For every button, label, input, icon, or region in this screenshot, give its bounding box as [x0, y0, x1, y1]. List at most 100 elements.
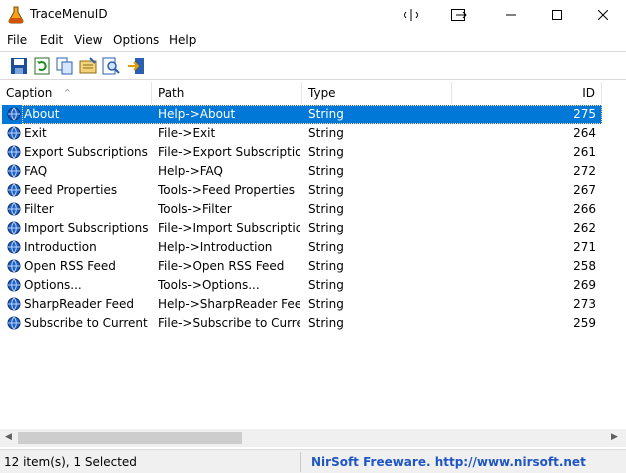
window-title: TraceMenuID	[30, 7, 108, 21]
row-id: 271	[573, 240, 596, 254]
globe-icon	[7, 164, 21, 178]
table-row[interactable]: Introduction Help->Introduction String 2…	[2, 238, 602, 257]
menu-view[interactable]: View	[74, 33, 102, 47]
globe-icon	[7, 240, 21, 254]
row-id: 266	[573, 202, 596, 216]
table-row[interactable]: Import Subscriptions File->Import Subscr…	[2, 219, 602, 238]
row-path: Help->SharpReader Feed	[158, 297, 300, 311]
globe-icon	[7, 259, 21, 273]
refresh-icon[interactable]	[33, 57, 51, 75]
globe-icon	[7, 316, 21, 330]
nirsoft-link[interactable]: NirSoft Freeware. http://www.nirsoft.net	[311, 455, 586, 469]
row-caption: SharpReader Feed	[24, 297, 135, 311]
row-path: File->Export Subscriptio...	[158, 145, 300, 159]
table-row[interactable]: Exit File->Exit String 264	[2, 124, 602, 143]
column-type-label: Type	[308, 86, 336, 100]
row-caption: Exit	[24, 126, 47, 140]
row-type: String	[308, 183, 344, 197]
row-caption: FAQ	[24, 164, 48, 178]
close-button[interactable]	[580, 0, 626, 30]
menu-bar: File Edit View Options Help	[0, 30, 626, 51]
table-row[interactable]: Filter Tools->Filter String 266	[2, 200, 602, 219]
globe-icon	[7, 221, 21, 235]
row-id: 261	[573, 145, 596, 159]
row-type: String	[308, 297, 344, 311]
save-icon[interactable]	[10, 57, 28, 75]
row-caption: Subscribe to Current F...	[24, 316, 150, 330]
row-path: File->Open RSS Feed	[158, 259, 285, 273]
pin-icon	[451, 9, 467, 21]
column-header: Caption ^ Path Type ID	[0, 82, 626, 104]
table-row[interactable]: FAQ Help->FAQ String 272	[2, 162, 602, 181]
table-row[interactable]: Options... Tools->Options... String 269	[2, 276, 602, 295]
scrollbar-thumb[interactable]	[18, 432, 242, 444]
sort-ascending-icon: ^	[64, 88, 71, 97]
globe-icon	[7, 145, 21, 159]
table-row[interactable]: About Help->About String 275	[2, 105, 602, 124]
globe-icon	[7, 126, 21, 140]
row-id: 259	[573, 316, 596, 330]
row-caption: Export Subscriptions	[24, 145, 148, 159]
row-type: String	[308, 240, 344, 254]
table-row[interactable]: Export Subscriptions File->Export Subscr…	[2, 143, 602, 162]
pin-button[interactable]	[436, 0, 482, 30]
table-row[interactable]: Open RSS Feed File->Open RSS Feed String…	[2, 257, 602, 276]
status-bar: 12 item(s), 1 Selected NirSoft Freeware.…	[0, 449, 626, 473]
status-divider	[300, 452, 301, 472]
exit-icon[interactable]	[127, 57, 145, 75]
menu-options[interactable]: Options	[113, 33, 159, 47]
menu-id-list: About Help->About String 275 Exit File->…	[0, 104, 626, 429]
table-row[interactable]: Feed Properties Tools->Feed Properties S…	[2, 181, 602, 200]
row-path: Help->Introduction	[158, 240, 273, 254]
row-caption: Feed Properties	[24, 183, 118, 197]
row-path: Tools->Filter	[158, 202, 232, 216]
toolbar	[0, 51, 626, 80]
row-caption: Import Subscriptions	[24, 221, 149, 235]
find-icon[interactable]	[102, 57, 120, 75]
row-caption: Introduction	[24, 240, 97, 254]
horizontal-scrollbar[interactable]: ◀ ▶	[0, 429, 626, 447]
menu-file[interactable]: File	[7, 33, 27, 47]
row-id: 262	[573, 221, 596, 235]
scroll-left-icon[interactable]: ◀	[5, 432, 12, 442]
menu-help[interactable]: Help	[169, 33, 196, 47]
minimize-button[interactable]	[488, 0, 534, 30]
row-path: Help->FAQ	[158, 164, 223, 178]
row-type: String	[308, 145, 344, 159]
minimize-icon	[506, 14, 516, 16]
column-caption[interactable]: Caption ^	[0, 82, 152, 104]
table-row[interactable]: Subscribe to Current F... File->Subscrib…	[2, 314, 602, 333]
globe-icon	[7, 107, 21, 121]
row-type: String	[308, 316, 344, 330]
row-path: File->Exit	[158, 126, 216, 140]
globe-icon	[7, 183, 21, 197]
row-path: Tools->Feed Properties	[158, 183, 296, 197]
maximize-button[interactable]	[534, 0, 580, 30]
split-view-icon	[404, 9, 418, 21]
column-caption-label: Caption	[6, 86, 53, 100]
row-path: Help->About	[158, 107, 236, 121]
row-id: 269	[573, 278, 596, 292]
row-id: 264	[573, 126, 596, 140]
row-type: String	[308, 126, 344, 140]
copy-icon[interactable]	[56, 57, 74, 75]
table-row[interactable]: SharpReader Feed Help->SharpReader Feed …	[2, 295, 602, 314]
column-id[interactable]: ID	[452, 82, 602, 104]
row-type: String	[308, 259, 344, 273]
flask-icon	[8, 6, 24, 24]
menu-edit[interactable]: Edit	[40, 33, 63, 47]
row-type: String	[308, 164, 344, 178]
close-icon	[598, 10, 608, 20]
scroll-right-icon[interactable]: ▶	[611, 432, 618, 442]
globe-icon	[7, 297, 21, 311]
row-type: String	[308, 107, 344, 121]
properties-icon[interactable]	[79, 57, 97, 75]
row-type: String	[308, 278, 344, 292]
row-id: 272	[573, 164, 596, 178]
column-type[interactable]: Type	[302, 82, 452, 104]
column-path[interactable]: Path	[152, 82, 302, 104]
split-view-button[interactable]	[388, 0, 434, 30]
row-path: Tools->Options...	[158, 278, 260, 292]
row-path: File->Subscribe to Curre...	[158, 316, 300, 330]
row-id: 273	[573, 297, 596, 311]
